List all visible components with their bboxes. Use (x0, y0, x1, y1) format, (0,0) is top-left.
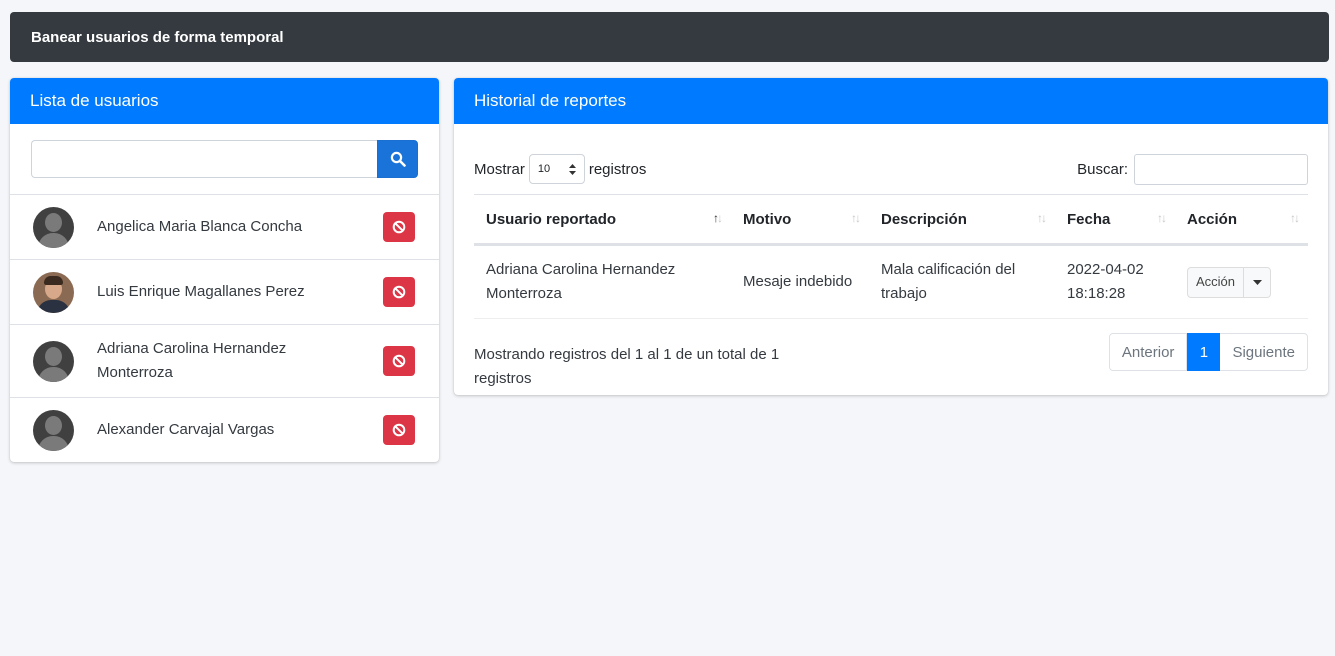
avatar (33, 206, 74, 248)
avatar (33, 409, 74, 451)
user-search-input[interactable] (31, 140, 377, 178)
table-row: Adriana Carolina Hernandez Monterroza Me… (474, 244, 1308, 319)
users-card-header: Lista de usuarios (10, 78, 439, 124)
avatar (33, 340, 74, 382)
column-header-reason[interactable]: Motivo ↑↓ (731, 194, 869, 246)
ban-user-button[interactable] (383, 212, 415, 242)
table-info: Mostrando registros del 1 al 1 de un tot… (474, 346, 780, 387)
table-search: Buscar: (1077, 153, 1308, 185)
pagination-next[interactable]: Siguiente (1220, 333, 1308, 371)
user-name: Luis Enrique Magallanes Perez (97, 283, 305, 300)
ban-icon (392, 220, 406, 234)
action-toggle[interactable] (1244, 268, 1270, 297)
table-controls: Mostrar 10 registros Buscar: (454, 124, 1328, 194)
sort-icon: ↑↓ (851, 211, 861, 225)
pagination-previous[interactable]: Anterior (1108, 333, 1188, 371)
user-name: Angelica Maria Blanca Concha (97, 218, 303, 235)
avatar (33, 271, 74, 313)
reports-card-title: Historial de reportes (474, 91, 627, 110)
user-name: Alexander Carvajal Vargas (97, 421, 275, 438)
sort-arrows-icon (568, 163, 576, 175)
reports-table: Usuario reportado ↑↓ Motivo ↑↓ Descripci… (474, 194, 1308, 319)
table-search-input[interactable] (1134, 153, 1308, 185)
ban-icon (392, 354, 406, 368)
cell-action: Acción (1175, 244, 1308, 319)
users-card: Lista de usuarios Angelica Maria Blanca … (10, 78, 439, 462)
cell-date: 2022-04-02 18:18:28 (1055, 244, 1175, 319)
page-length-value: 10 (537, 163, 551, 175)
page-header: Banear usuarios de forma temporal (10, 12, 1329, 62)
search-icon (390, 151, 406, 167)
page-length-control: Mostrar 10 registros (474, 154, 646, 184)
ban-user-button[interactable] (383, 346, 415, 376)
cell-description: Mala calificación del trabajo (869, 244, 1055, 319)
reports-card-header: Historial de reportes (454, 78, 1328, 124)
caret-down-icon (1252, 279, 1262, 285)
user-list-item: Adriana Carolina Hernandez Monterroza (10, 325, 439, 398)
sort-icon: ↑↓ (1037, 211, 1047, 225)
column-header-date[interactable]: Fecha ↑↓ (1055, 194, 1175, 246)
user-name: Adriana Carolina Hernandez Monterroza (97, 340, 287, 381)
column-header-user[interactable]: Usuario reportado ↑↓ (474, 194, 731, 246)
table-footer: Mostrando registros del 1 al 1 de un tot… (454, 319, 1328, 391)
sort-asc-icon: ↑↓ (713, 211, 723, 225)
column-header-action[interactable]: Acción ↑↓ (1175, 194, 1308, 246)
column-header-description[interactable]: Descripción ↑↓ (869, 194, 1055, 246)
user-list-item: Luis Enrique Magallanes Perez (10, 260, 439, 325)
pagination-page-1[interactable]: 1 (1187, 333, 1221, 371)
reports-card: Historial de reportes Mostrar 10 registr… (454, 78, 1328, 395)
users-card-title: Lista de usuarios (30, 91, 159, 110)
page-title: Banear usuarios de forma temporal (31, 28, 284, 46)
ban-user-button[interactable] (383, 415, 415, 445)
table-header-row: Usuario reportado ↑↓ Motivo ↑↓ Descripci… (474, 194, 1308, 246)
cell-reason: Mesaje indebido (731, 244, 869, 319)
page-length-select[interactable]: 10 (528, 154, 585, 184)
sort-icon: ↑↓ (1157, 211, 1167, 225)
page-length-prefix: Mostrar (474, 160, 525, 178)
user-list-item: Alexander Carvajal Vargas (10, 398, 439, 462)
page-length-suffix: registros (588, 160, 647, 178)
cell-user: Adriana Carolina Hernandez Monterroza (474, 244, 731, 319)
action-dropdown[interactable]: Acción (1187, 266, 1272, 298)
sort-icon: ↑↓ (1290, 211, 1300, 225)
ban-icon (392, 423, 406, 437)
user-search-button[interactable] (377, 140, 418, 178)
table-search-label: Buscar: (1077, 160, 1128, 178)
user-search-row (10, 124, 439, 195)
ban-user-button[interactable] (383, 277, 415, 307)
action-button[interactable]: Acción (1188, 267, 1245, 297)
user-list-item: Angelica Maria Blanca Concha (10, 195, 439, 260)
ban-icon (392, 285, 406, 299)
pagination: Anterior 1 Siguiente (1108, 333, 1308, 371)
